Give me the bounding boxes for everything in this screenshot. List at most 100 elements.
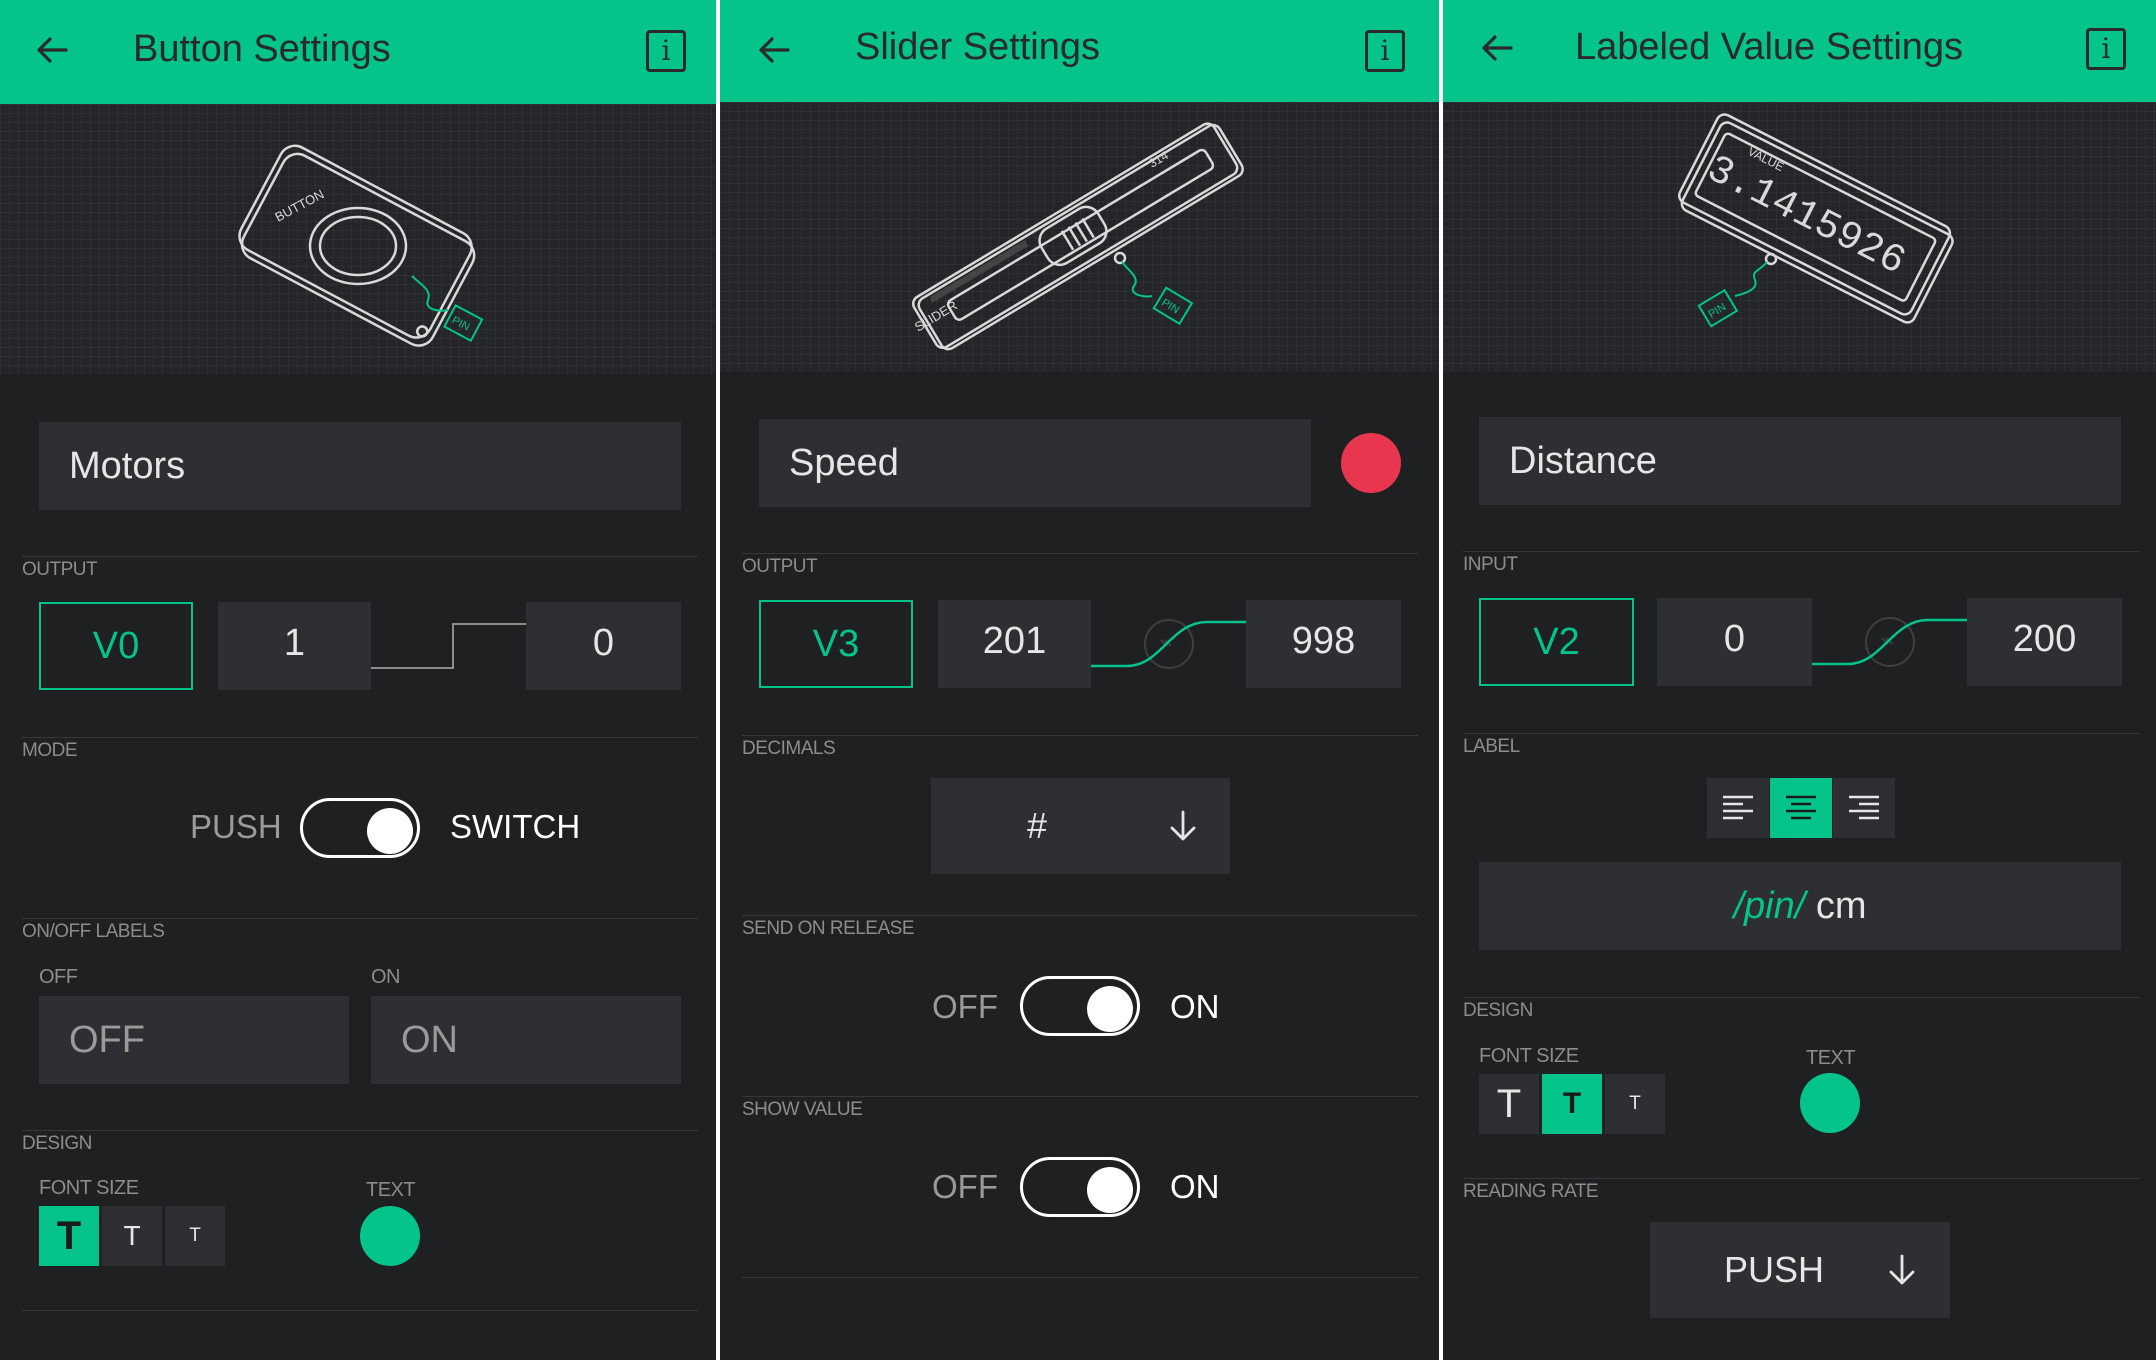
toggle-knob <box>1087 1167 1133 1213</box>
font-size-large-button[interactable]: T <box>1479 1074 1539 1134</box>
output-max-input[interactable]: 998 <box>1246 600 1401 688</box>
divider <box>22 556 698 557</box>
divider <box>22 918 698 919</box>
toggle-knob <box>1087 986 1133 1032</box>
widget-name-input[interactable]: Motors <box>39 422 681 510</box>
output-section-label: OUTPUT <box>22 559 98 580</box>
output-curve-graph <box>1091 619 1246 669</box>
slider-settings-panel: Slider Settings i SLIDER 314 PIN Speed O… <box>720 0 1439 1360</box>
info-icon[interactable]: i <box>646 30 686 72</box>
header-bar: Slider Settings i <box>720 0 1439 102</box>
pin-selector[interactable]: V0 <box>39 602 193 690</box>
reading-rate-dropdown[interactable]: PUSH <box>1650 1222 1950 1318</box>
label-unit-text: cm <box>1815 885 1867 927</box>
widget-preview: SLIDER 314 PIN <box>720 102 1439 372</box>
divider <box>22 737 698 738</box>
pin-selector[interactable]: V3 <box>759 600 913 688</box>
on-sub-label: ON <box>371 966 401 988</box>
back-arrow-icon[interactable] <box>32 30 72 70</box>
text-color-swatch[interactable] <box>360 1206 420 1266</box>
input-curve-graph <box>1812 617 1967 667</box>
text-color-label: TEXT <box>366 1179 416 1201</box>
output-high-input[interactable]: 1 <box>218 602 371 690</box>
page-title: Button Settings <box>133 28 391 70</box>
input-max-input[interactable]: 200 <box>1967 598 2122 686</box>
font-size-label: FONT SIZE <box>1479 1045 1579 1067</box>
labeled-value-settings-panel: Labeled Value Settings i 3.1415926 VALUE… <box>1443 0 2156 1360</box>
align-right-button[interactable] <box>1833 778 1895 838</box>
align-right-icon <box>1849 795 1879 820</box>
font-size-large-button[interactable]: T <box>39 1206 99 1266</box>
mode-section-label: MODE <box>22 740 78 761</box>
info-icon[interactable]: i <box>1365 30 1405 72</box>
mode-toggle[interactable] <box>300 798 420 858</box>
font-size-medium-button[interactable]: T <box>102 1206 162 1266</box>
reading-rate-value: PUSH <box>1724 1249 1825 1290</box>
font-size-small-button[interactable]: T <box>165 1206 225 1266</box>
pin-selector[interactable]: V2 <box>1479 598 1634 686</box>
toggle-knob <box>367 808 413 854</box>
widget-name-input[interactable]: Speed <box>759 419 1311 507</box>
text-color-swatch[interactable] <box>1800 1073 1860 1133</box>
align-left-icon <box>1723 795 1753 820</box>
button-settings-panel: Button Settings i BUTTON PIN Motors OUTP… <box>0 0 716 1360</box>
show-value-toggle[interactable] <box>1020 1157 1140 1217</box>
label-pin-token: /pin/ <box>1733 885 1806 927</box>
design-section-label: DESIGN <box>1463 1000 1533 1021</box>
divider <box>1463 733 2139 734</box>
show-on-label: ON <box>1170 1168 1220 1205</box>
show-value-section-label: SHOW VALUE <box>742 1099 863 1120</box>
font-size-label: FONT SIZE <box>39 1177 139 1199</box>
divider <box>742 915 1418 916</box>
divider <box>1463 1178 2139 1179</box>
font-size-small-button[interactable]: T <box>1605 1074 1665 1134</box>
back-arrow-icon[interactable] <box>1477 28 1517 68</box>
header-bar: Labeled Value Settings i <box>1443 0 2156 102</box>
send-off-label: OFF <box>932 988 998 1025</box>
show-off-label: OFF <box>932 1168 998 1205</box>
page-title: Slider Settings <box>855 26 1101 68</box>
mode-push-label: PUSH <box>190 808 282 845</box>
chevron-down-icon <box>1163 806 1203 846</box>
divider <box>742 735 1418 736</box>
align-left-button[interactable] <box>1707 778 1769 838</box>
divider <box>22 1130 698 1131</box>
send-on-label: ON <box>1170 988 1220 1025</box>
chevron-down-icon <box>1882 1250 1922 1290</box>
align-center-button[interactable] <box>1770 778 1832 838</box>
input-min-input[interactable]: 0 <box>1657 598 1812 686</box>
label-format-input[interactable]: /pin/ cm <box>1479 862 2121 950</box>
on-label-input[interactable]: ON <box>371 996 681 1084</box>
divider <box>742 553 1418 554</box>
input-section-label: INPUT <box>1463 554 1518 575</box>
decimals-section-label: DECIMALS <box>742 738 836 759</box>
divider <box>742 1277 1418 1278</box>
design-section-label: DESIGN <box>22 1133 92 1154</box>
back-arrow-icon[interactable] <box>754 30 794 70</box>
widget-name-input[interactable]: Distance <box>1479 417 2121 505</box>
widget-preview: BUTTON PIN <box>0 104 716 374</box>
divider <box>742 1096 1418 1097</box>
off-sub-label: OFF <box>39 966 78 988</box>
reading-rate-section-label: READING RATE <box>1463 1181 1599 1202</box>
header-bar: Button Settings i <box>0 0 716 104</box>
divider <box>1463 551 2139 552</box>
text-color-label: TEXT <box>1806 1047 1856 1069</box>
page-title: Labeled Value Settings <box>1575 26 1964 68</box>
widget-color-picker[interactable] <box>1341 433 1401 493</box>
font-size-medium-button[interactable]: T <box>1542 1074 1602 1134</box>
preview-label: BUTTON <box>272 186 326 224</box>
output-low-input[interactable]: 0 <box>526 602 681 690</box>
output-min-input[interactable]: 201 <box>938 600 1091 688</box>
onoff-labels-section-label: ON/OFF LABELS <box>22 921 165 942</box>
output-step-graph <box>371 623 526 669</box>
mode-switch-label: SWITCH <box>450 808 581 845</box>
divider <box>22 1310 698 1311</box>
off-label-input[interactable]: OFF <box>39 996 349 1084</box>
divider <box>1463 997 2139 998</box>
info-icon[interactable]: i <box>2086 28 2126 70</box>
decimals-dropdown[interactable]: # <box>931 778 1230 874</box>
align-center-icon <box>1786 795 1816 820</box>
output-section-label: OUTPUT <box>742 556 818 577</box>
send-on-release-toggle[interactable] <box>1020 976 1140 1036</box>
